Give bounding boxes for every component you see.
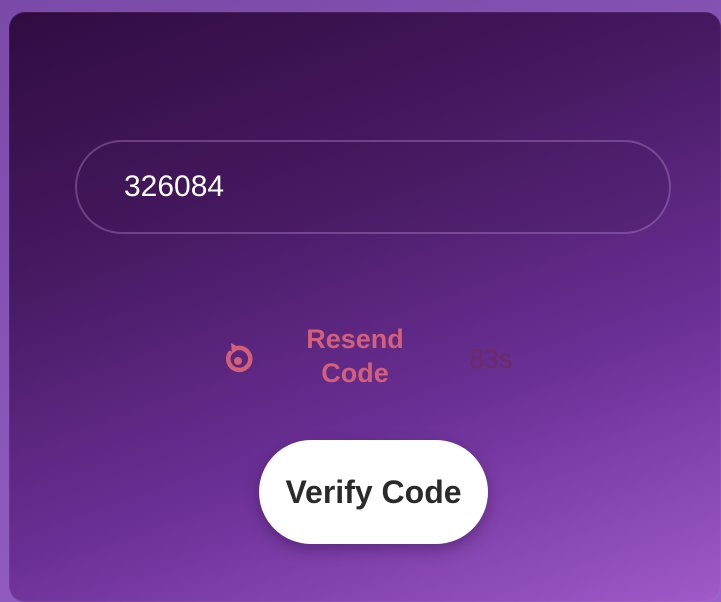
- verification-card: Resend Code 83s Verify Code: [9, 12, 721, 602]
- resend-countdown: 83s: [469, 344, 513, 374]
- refresh-icon[interactable]: [221, 342, 255, 376]
- page-background: Resend Code 83s Verify Code: [0, 0, 721, 602]
- verify-code-button[interactable]: Verify Code: [259, 440, 488, 544]
- verification-code-input[interactable]: [75, 140, 671, 234]
- resend-row: Resend Code 83s: [9, 322, 721, 394]
- resend-code-button[interactable]: Resend Code: [295, 322, 415, 390]
